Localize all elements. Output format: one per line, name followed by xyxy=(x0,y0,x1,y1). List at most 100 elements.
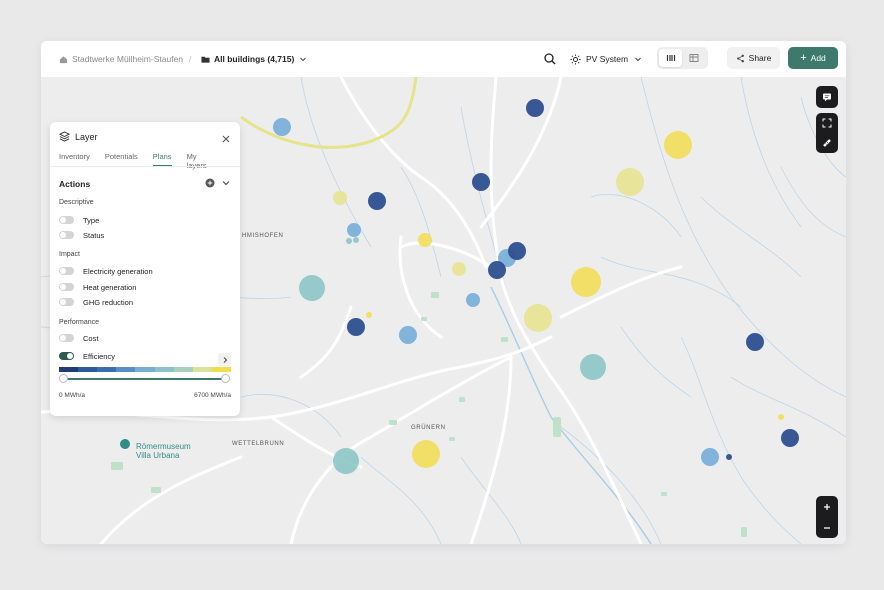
layer-panel-title: Layer xyxy=(75,131,98,142)
layer-option-ghg[interactable]: GHG reduction xyxy=(59,297,133,307)
ghg-toggle[interactable] xyxy=(59,298,74,306)
add-label: Add xyxy=(810,53,826,63)
zoom-in-icon[interactable] xyxy=(822,502,832,512)
efficiency-toggle[interactable] xyxy=(59,352,74,360)
cost-toggle[interactable] xyxy=(59,334,74,342)
building-marker[interactable] xyxy=(664,131,692,159)
building-marker[interactable] xyxy=(347,318,365,336)
actions-controls xyxy=(205,178,231,188)
efficiency-label: Efficiency xyxy=(83,351,115,361)
building-marker[interactable] xyxy=(781,429,799,447)
color-scale-step xyxy=(211,367,231,372)
layer-option-efficiency[interactable]: Efficiency xyxy=(59,351,115,361)
comment-button[interactable] xyxy=(816,86,838,108)
table-icon xyxy=(689,54,698,62)
map-canvas[interactable]: HMISHOFEN WETTELBRUNN GRÜNERN Römermuseu… xyxy=(41,77,846,544)
zoom-controls xyxy=(816,496,838,538)
building-marker[interactable] xyxy=(580,354,606,380)
top-bar: Stadtwerke Müllheim-Staufen / All buildi… xyxy=(41,41,846,77)
table-view-button[interactable] xyxy=(682,49,705,67)
building-marker[interactable] xyxy=(399,326,417,344)
building-marker[interactable] xyxy=(299,275,325,301)
color-scale-step xyxy=(116,367,136,372)
system-select[interactable]: PV System xyxy=(570,49,642,69)
building-marker[interactable] xyxy=(488,261,506,279)
tab-inventory[interactable]: Inventory xyxy=(59,152,90,166)
share-button[interactable]: Share xyxy=(727,47,780,69)
building-marker[interactable] xyxy=(366,312,372,318)
ruler-icon[interactable] xyxy=(822,138,832,148)
building-marker[interactable] xyxy=(368,192,386,210)
building-scope-dropdown[interactable]: All buildings (4,715) xyxy=(201,41,311,77)
range-max-label: 6700 MWh/a xyxy=(194,392,231,399)
range-min-handle[interactable] xyxy=(59,374,68,383)
type-label: Type xyxy=(83,215,100,225)
org-name: Stadtwerke Müllheim-Staufen xyxy=(72,54,184,64)
building-marker[interactable] xyxy=(524,304,552,332)
actions-title: Actions xyxy=(59,179,91,189)
chevron-right-icon xyxy=(223,356,227,363)
layer-option-heat[interactable]: Heat generation xyxy=(59,282,136,292)
building-marker[interactable] xyxy=(746,333,764,351)
zoom-out-icon[interactable] xyxy=(822,523,832,533)
map-view-button[interactable] xyxy=(659,49,682,67)
layer-option-type[interactable]: Type xyxy=(59,215,99,225)
building-marker[interactable] xyxy=(778,414,784,420)
building-marker[interactable] xyxy=(333,191,347,205)
status-toggle[interactable] xyxy=(59,231,74,239)
chevron-down-icon xyxy=(635,57,641,62)
layer-option-status[interactable]: Status xyxy=(59,230,104,240)
layer-option-electricity[interactable]: Electricity generation xyxy=(59,266,153,276)
layer-tabs: Inventory Potentials Plans My layers xyxy=(59,152,231,170)
share-icon xyxy=(736,54,744,62)
search-icon xyxy=(544,53,556,65)
ghg-label: GHG reduction xyxy=(83,297,134,307)
layer-option-cost[interactable]: Cost xyxy=(59,333,98,343)
building-marker[interactable] xyxy=(526,99,544,117)
breadcrumb-separator: / xyxy=(189,54,192,64)
breadcrumb-org[interactable]: Stadtwerke Müllheim-Staufen xyxy=(59,41,183,77)
building-marker[interactable] xyxy=(347,223,361,237)
building-marker[interactable] xyxy=(701,448,719,466)
close-layer-panel-button[interactable] xyxy=(221,131,231,143)
building-marker[interactable] xyxy=(508,242,526,260)
chevron-down-icon[interactable] xyxy=(221,178,231,188)
section-descriptive: Descriptive xyxy=(59,199,94,206)
heat-label: Heat generation xyxy=(83,282,137,292)
tab-divider xyxy=(50,166,240,167)
range-max-handle[interactable] xyxy=(221,374,230,383)
building-marker[interactable] xyxy=(412,440,440,468)
tab-potentials[interactable]: Potentials xyxy=(105,152,138,166)
home-icon xyxy=(59,55,68,63)
building-marker[interactable] xyxy=(466,293,480,307)
fullscreen-icon[interactable] xyxy=(822,118,832,128)
system-label: PV System xyxy=(586,54,629,64)
tab-my-layers[interactable]: My layers xyxy=(187,152,216,170)
layer-panel: Layer Inventory Potentials Plans My laye… xyxy=(50,122,240,416)
layer-panel-header: Layer xyxy=(59,131,98,142)
efficiency-expand-button[interactable] xyxy=(218,353,231,366)
building-marker[interactable] xyxy=(616,168,644,196)
status-label: Status xyxy=(83,230,105,240)
building-marker[interactable] xyxy=(472,173,490,191)
electricity-toggle[interactable] xyxy=(59,267,74,275)
tab-plans[interactable]: Plans xyxy=(152,152,172,166)
building-marker[interactable] xyxy=(418,233,432,247)
cost-label: Cost xyxy=(83,333,99,343)
building-marker[interactable] xyxy=(571,267,601,297)
chevron-down-icon xyxy=(300,57,307,62)
building-marker[interactable] xyxy=(353,237,359,243)
building-marker[interactable] xyxy=(333,448,359,474)
section-performance: Performance xyxy=(59,319,100,326)
building-marker[interactable] xyxy=(273,118,291,136)
app-window: Stadtwerke Müllheim-Staufen / All buildi… xyxy=(41,41,846,544)
add-button[interactable]: + Add xyxy=(788,47,838,69)
heat-toggle[interactable] xyxy=(59,283,74,291)
add-action-icon[interactable] xyxy=(205,178,215,188)
building-marker[interactable] xyxy=(346,238,352,244)
search-button[interactable] xyxy=(542,51,558,67)
building-marker[interactable] xyxy=(452,262,466,276)
type-toggle[interactable] xyxy=(59,216,74,224)
efficiency-range-track[interactable] xyxy=(62,378,228,380)
building-marker[interactable] xyxy=(726,454,732,460)
